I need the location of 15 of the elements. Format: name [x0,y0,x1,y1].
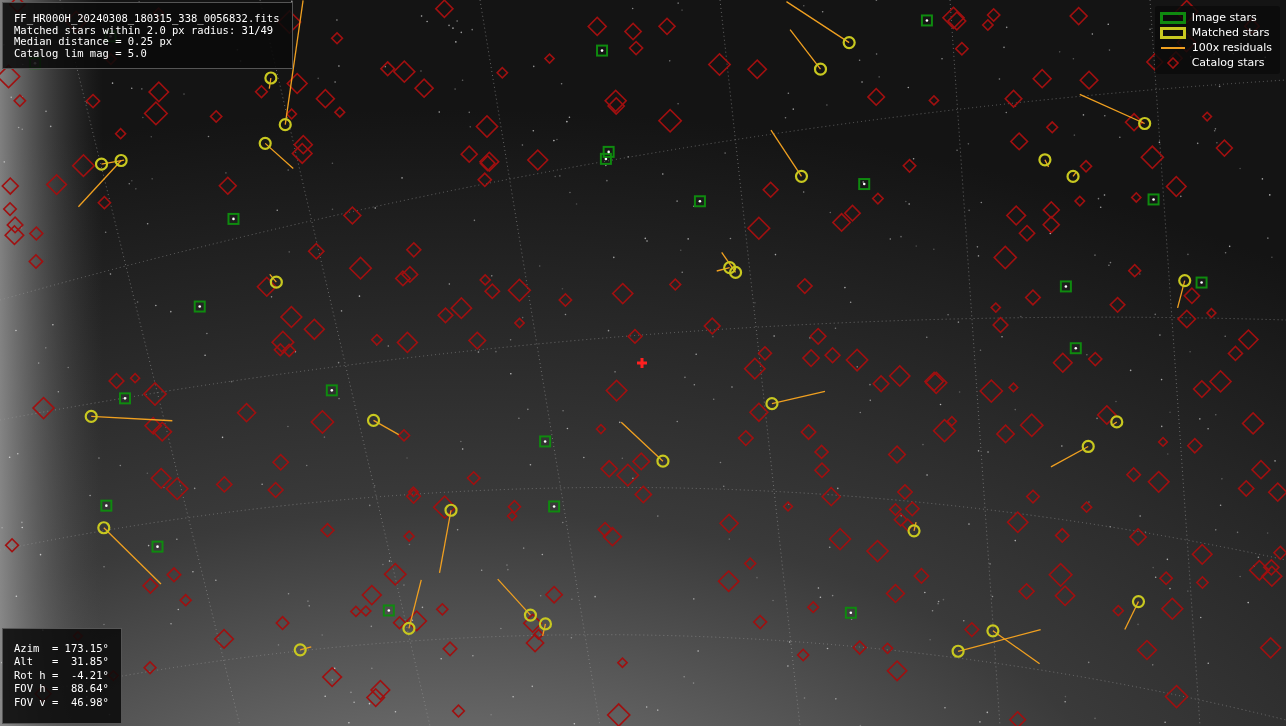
pointing-line: Rot h = -4.21° [14,668,109,682]
legend-label: Catalog stars [1191,56,1265,69]
legend-label: Image stars [1191,11,1257,24]
info-line: FF_HR000H_20240308_180315_338_0056832.fits [14,13,280,25]
info-line: Median distance = 0.25 px [14,36,173,48]
legend-rectangle-icon [1159,11,1186,24]
legend-rectangle-icon [1159,26,1186,39]
pointing-line: Azim = 173.15° [14,641,109,655]
legend-label: 100x residuals [1191,41,1272,54]
pointing-line: FOV v = 46.98° [14,695,109,709]
pointing-line: Alt = 31.85° [14,655,109,669]
pointing-line: FOV h = 88.64° [14,682,109,696]
info-line: Matched stars within 2.0 px radius: 31/49 [14,24,274,36]
legend-label: Matched stars [1191,26,1270,39]
info-line: Catalog lim mag = 5.0 [14,47,148,59]
